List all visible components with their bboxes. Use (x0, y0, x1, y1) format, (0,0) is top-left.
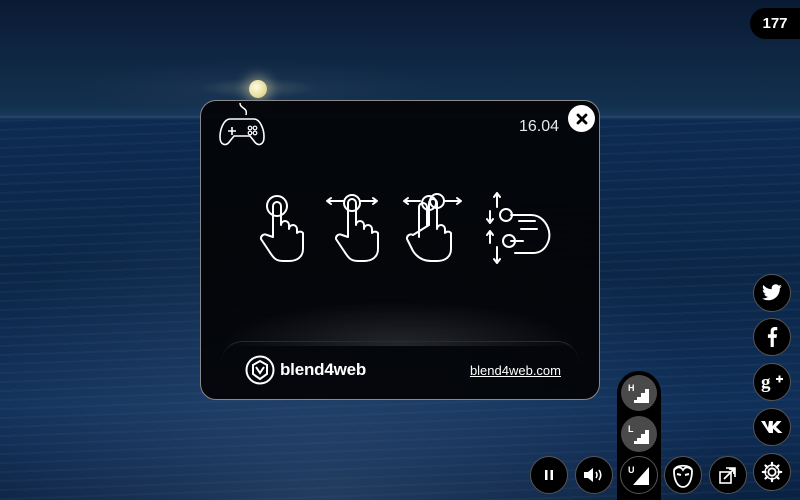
fullscreen-icon (719, 467, 736, 484)
footer-glow (221, 301, 579, 346)
website-link[interactable]: blend4web.com (470, 363, 561, 378)
pause-icon (545, 470, 553, 480)
two-finger-swipe-icon (403, 193, 462, 262)
svg-text:g: g (761, 372, 771, 393)
fps-counter: 177 (750, 8, 800, 39)
tap-gesture-icon (259, 195, 304, 262)
ultra-quality-icon: U (628, 465, 649, 485)
moon (249, 80, 267, 98)
swipe-gesture-icon (326, 194, 379, 262)
gamepad-icon (219, 103, 265, 146)
svg-text:H: H (628, 383, 635, 393)
fps-value: 177 (762, 15, 788, 32)
vk-button[interactable] (753, 408, 791, 446)
quality-low-button[interactable]: L (621, 416, 657, 452)
sound-button[interactable] (575, 456, 613, 494)
settings-gear-icon (761, 461, 783, 483)
speaker-icon (584, 468, 602, 482)
close-button[interactable] (568, 105, 595, 132)
quality-ultra-button[interactable]: U (620, 456, 658, 494)
high-quality-icon: H (628, 383, 649, 403)
stereo-view-button[interactable] (664, 456, 702, 494)
low-quality-icon: L (628, 424, 649, 444)
vk-icon (761, 421, 783, 433)
fullscreen-button[interactable] (709, 456, 747, 494)
google-plus-icon: g (761, 372, 783, 393)
facebook-button[interactable] (753, 318, 791, 356)
svg-text:L: L (628, 424, 634, 434)
facebook-icon (767, 327, 778, 347)
face-mask-icon (673, 464, 693, 488)
version-number: 16.04 (518, 118, 559, 135)
google-plus-button[interactable]: g (753, 363, 791, 401)
twitter-icon (762, 284, 782, 301)
pause-button[interactable] (530, 456, 568, 494)
help-dialog: 16.04 blend4web blend4web.com (200, 100, 600, 400)
svg-text:U: U (628, 465, 635, 475)
close-icon (576, 113, 587, 124)
twitter-button[interactable] (753, 274, 791, 312)
brand-name: blend4web (280, 360, 367, 379)
gesture-icons (259, 192, 551, 264)
settings-button[interactable] (753, 453, 791, 491)
blend4web-logo[interactable] (245, 355, 275, 385)
quality-high-button[interactable]: H (621, 375, 657, 411)
pinch-zoom-gesture-icon (486, 192, 551, 264)
